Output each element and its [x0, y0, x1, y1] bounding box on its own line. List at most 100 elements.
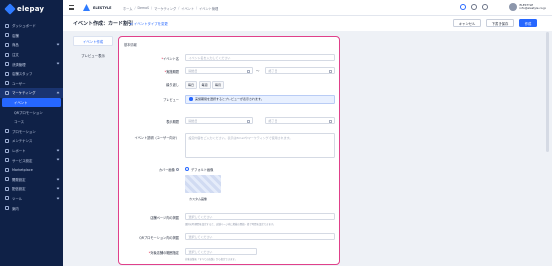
target-store-label: *対象店舗の範囲指定 [149, 250, 179, 255]
sidebar-item-orders[interactable]: 注文 [0, 50, 63, 60]
placeholder: 選択してください [188, 249, 213, 254]
target-store-select[interactable]: 選択してください [185, 248, 257, 255]
display-start-input[interactable]: 開始日 [185, 117, 253, 124]
chevron-down-icon [56, 148, 60, 152]
breadcrumb-item[interactable]: イベント [181, 6, 194, 11]
create-button[interactable]: 作成 [519, 19, 537, 27]
sidebar-item-payments[interactable]: 決済管理 [0, 59, 63, 69]
tag-icon [5, 42, 9, 47]
change-event-type-link[interactable]: ⇄ イベントタイプを変更 [130, 21, 168, 26]
sidebar-subitem-qr-promotion[interactable]: QRプロモーション [0, 107, 63, 117]
placeholder: イベント名を入力してください [188, 55, 231, 60]
sidebar-item-label: 注文 [12, 53, 19, 58]
breadcrumb-separator: / [151, 6, 153, 10]
display-end-input[interactable]: 終了日 [265, 117, 335, 124]
breadcrumb-separator: / [134, 6, 136, 10]
sidebar-item-label: マーケティング [12, 91, 36, 96]
sidebar-item-products[interactable]: 商品 [0, 40, 63, 50]
store-page-label: 店舗ページ内の掲載 [150, 216, 179, 220]
sidebar-item-marketplace[interactable]: Marketplace [0, 165, 63, 175]
breadcrumb-item: イベント管理 [199, 7, 219, 11]
breadcrumb-item[interactable]: ホーム [123, 6, 132, 11]
sidebar-item-store[interactable]: 店舗 [0, 31, 63, 41]
sidebar-item-marketing[interactable]: マーケティング [0, 88, 63, 98]
help-icon[interactable] [460, 4, 466, 10]
tool-icon [5, 196, 9, 201]
cover-image-preview[interactable] [185, 175, 221, 193]
placeholder: 選択してください [188, 234, 213, 239]
user-email: info@elestyle.co.jp [519, 6, 547, 10]
breadcrumb: ホーム / DemoS / マーケティング / イベント / イベント管理 [123, 6, 218, 11]
chevron-down-icon [56, 157, 60, 161]
sidebar-item-label: ダッシュボード [12, 24, 36, 29]
form-tabs: イベント作成 プレビュー表示 [73, 36, 113, 64]
tab-event-create[interactable]: イベント作成 [73, 36, 113, 46]
preview-info-banner: 実施期間を選択するとプレビューが表示されます。 [185, 94, 335, 104]
label-text: 実施期間 [166, 70, 179, 74]
sidebar-item-guide[interactable]: 案内 [0, 203, 63, 213]
breadcrumb-item[interactable]: マーケティング [154, 6, 176, 11]
description-textarea[interactable]: 設定内容をご入力ください。表示はEmailやマーケティングで使用されます。 [185, 133, 335, 158]
info-icon [189, 97, 193, 101]
repeat-option-monthly[interactable]: 毎月 [212, 80, 225, 89]
sidebar-item-label: 店舗 [12, 33, 19, 38]
sidebar-item-promotion[interactable]: プロモーション [0, 127, 63, 137]
period-start-input[interactable]: 開始日 [185, 67, 253, 74]
store-logo-icon [83, 4, 90, 11]
label-text: カバー画像 [158, 168, 175, 172]
gift-icon [5, 129, 9, 134]
repeat-option-daily[interactable]: 毎日 [185, 80, 198, 89]
event-name-input[interactable]: イベント名を入力してください [185, 54, 335, 61]
store-page-select[interactable]: 選択してください [185, 213, 335, 220]
sidebar-item-maintenance[interactable]: メンテナンス [0, 136, 63, 146]
store-icon [5, 33, 9, 38]
info-icon [5, 206, 9, 211]
menu-icon[interactable] [69, 5, 74, 10]
chevron-down-icon [56, 61, 60, 65]
cancel-button[interactable]: キャンセル [453, 19, 481, 27]
sidebar-item-label: 配信設定 [12, 187, 26, 192]
sidebar-item-service-settings[interactable]: サービス設定 [0, 155, 63, 165]
breadcrumb-item[interactable]: DemoS [138, 6, 150, 11]
user-info: ELESTYLE info@elestyle.co.jp [519, 3, 547, 11]
sidebar-item-label: レポート [12, 149, 26, 154]
sidebar-item-staff[interactable]: 店舗スタッフ [0, 69, 63, 79]
qr-promotion-select[interactable]: 選択してください [185, 233, 335, 240]
topbar-actions [460, 4, 488, 10]
sidebar-item-label: Marketplace [12, 167, 33, 172]
page-scrollbar[interactable] [546, 32, 549, 152]
sidebar-item-label: 店舗スタッフ [12, 72, 33, 77]
user-menu[interactable]: ELESTYLE info@elestyle.co.jp [508, 3, 547, 11]
sidebar-item-tools[interactable]: ツール [0, 194, 63, 204]
sidebar-item-users[interactable]: ユーザー [0, 79, 63, 89]
wrench-icon [5, 138, 9, 143]
range-separator: 〜 [256, 69, 260, 73]
sidebar-item-label: ツール [12, 196, 23, 201]
period-end-input[interactable]: 終了日 [265, 67, 335, 74]
save-draft-button[interactable]: 下書き保存 [486, 19, 514, 27]
staff-icon [5, 71, 9, 76]
cover-default-radio[interactable]: デフォルト画像 [185, 167, 213, 172]
event-form-panel: 基本情報 *イベント名 イベント名を入力してください *実施期間 開始日 〜 終… [118, 36, 340, 265]
bell-icon[interactable] [482, 4, 488, 10]
home-icon [5, 23, 9, 28]
period-label: *実施期間 [165, 69, 179, 74]
cover-custom-label[interactable]: カスタム画像 [189, 197, 207, 201]
sidebar-subitem-event[interactable]: イベント [2, 97, 61, 108]
sidebar-subitem-course[interactable]: コース [0, 117, 63, 127]
logo[interactable]: elepay [4, 3, 44, 15]
tab-preview[interactable]: プレビュー表示 [73, 50, 113, 60]
download-icon[interactable] [471, 4, 477, 10]
app-root: elepay ダッシュボード 店舗 商品 注文 決済管理 店舗スタッフ ユーザー… [0, 0, 552, 266]
placeholder: 選択してください [188, 214, 213, 219]
sidebar-item-delivery[interactable]: 配信設定 [0, 184, 63, 194]
sidebar-item-dashboard[interactable]: ダッシュボード [0, 21, 63, 31]
sidebar-item-dev-settings[interactable]: 開発設定 [0, 175, 63, 185]
repeat-options: 毎日 毎週 毎月 [185, 80, 225, 89]
sidebar-item-report[interactable]: レポート [0, 146, 63, 156]
question-icon[interactable] [175, 168, 179, 172]
repeat-option-weekly[interactable]: 毎週 [198, 80, 211, 89]
store-switcher[interactable]: ELESTYLE [83, 4, 111, 11]
chart-icon [5, 148, 9, 153]
placeholder: 開始日 [188, 118, 198, 123]
